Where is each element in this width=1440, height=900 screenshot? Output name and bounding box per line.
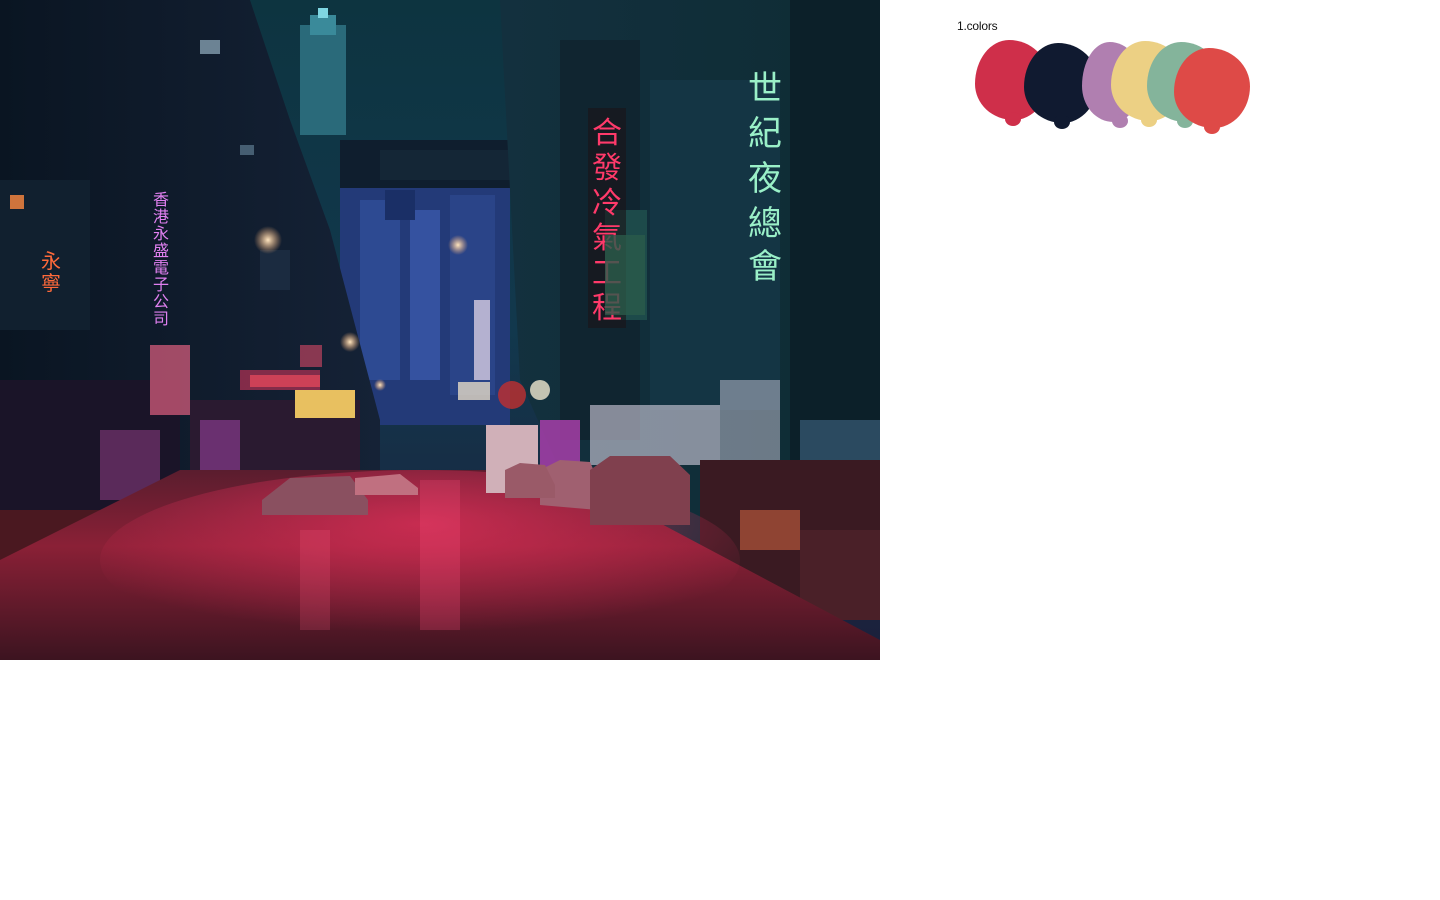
distant-tower xyxy=(300,8,346,135)
color-palette-panel: 1.colors xyxy=(957,19,1277,149)
svg-text:寧: 寧 xyxy=(41,271,61,295)
street-photo-svg: 合 發 冷 氣 工 程 世 紀 夜 總 會 香 港 永 盛 電 xyxy=(0,0,880,660)
svg-text:世: 世 xyxy=(748,69,782,109)
svg-text:司: 司 xyxy=(153,309,169,328)
svg-text:會: 會 xyxy=(748,247,782,287)
svg-text:冷: 冷 xyxy=(592,186,622,221)
swatch-coral xyxy=(1174,48,1250,134)
neon-sign-purple-vertical: 香 港 永 盛 電 子 公 司 xyxy=(153,190,169,328)
street-photo: 合 發 冷 氣 工 程 世 紀 夜 總 會 香 港 永 盛 電 xyxy=(0,0,880,660)
neon-sign-orange: 永 寧 xyxy=(41,249,61,295)
svg-text:發: 發 xyxy=(592,151,622,186)
svg-text:總: 總 xyxy=(748,204,782,244)
svg-text:夜: 夜 xyxy=(748,159,782,199)
swatch-row xyxy=(975,39,1275,149)
page-canvas: 合 發 冷 氣 工 程 世 紀 夜 總 會 香 港 永 盛 電 xyxy=(0,0,1440,900)
svg-text:紀: 紀 xyxy=(748,114,782,154)
palette-title: 1.colors xyxy=(957,19,998,33)
neon-sign-green-vertical: 世 紀 夜 總 會 xyxy=(748,69,782,287)
svg-text:永: 永 xyxy=(41,249,61,273)
svg-text:合: 合 xyxy=(592,116,622,151)
